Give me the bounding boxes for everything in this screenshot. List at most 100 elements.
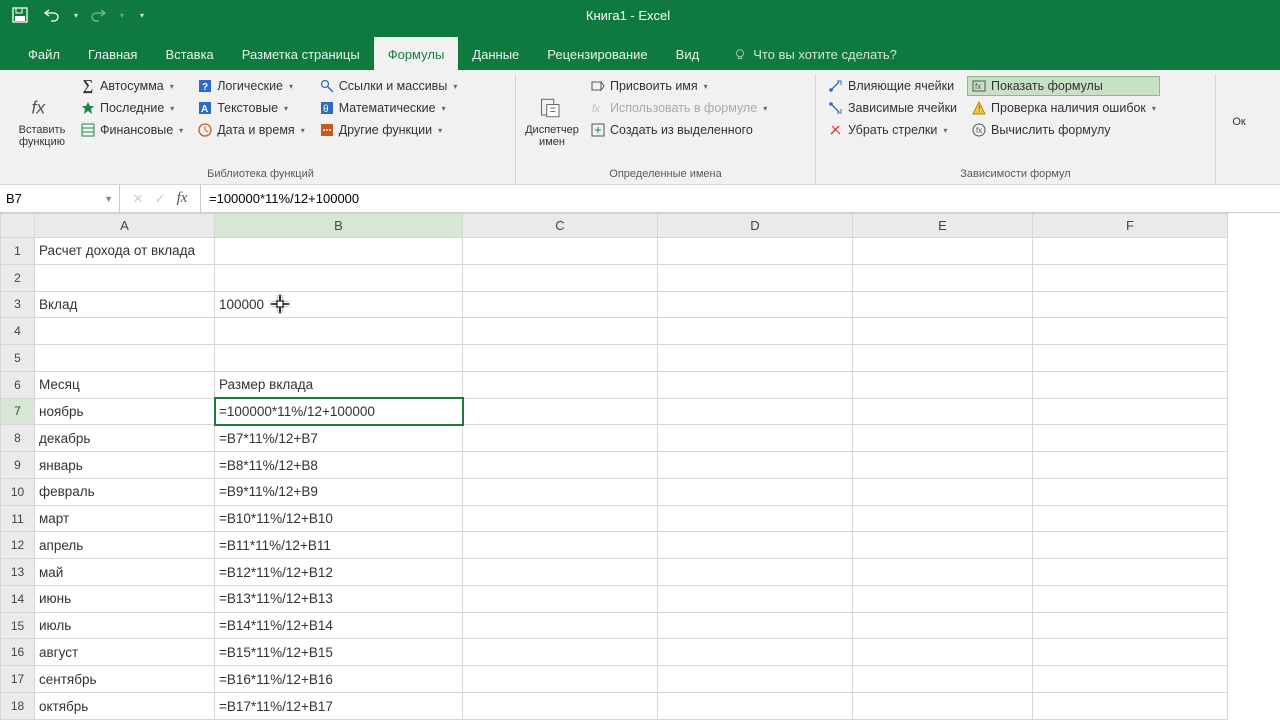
cell-E2[interactable]	[853, 264, 1033, 291]
fx-button[interactable]: fx	[172, 189, 192, 209]
cell-F9[interactable]	[1033, 452, 1228, 479]
cell-B7[interactable]: =100000*11%/12+100000	[215, 398, 463, 425]
cell-D11[interactable]	[658, 505, 853, 532]
cell-B3[interactable]: 100000	[215, 291, 463, 318]
lookup-button[interactable]: Ссылки и массивы▾	[315, 76, 462, 96]
cell-E7[interactable]	[853, 398, 1033, 425]
remove-arrows-button[interactable]: Убрать стрелки▾	[824, 120, 961, 140]
datetime-button[interactable]: Дата и время▾	[193, 120, 309, 140]
cell-F6[interactable]	[1033, 371, 1228, 398]
cell-C17[interactable]	[463, 666, 658, 693]
cell-D17[interactable]	[658, 666, 853, 693]
name-manager-button[interactable]: Диспетчеримен	[524, 76, 580, 166]
row-header-12[interactable]: 12	[1, 532, 35, 559]
cell-F13[interactable]	[1033, 559, 1228, 586]
cell-F18[interactable]	[1033, 693, 1228, 720]
cell-C10[interactable]	[463, 478, 658, 505]
tab-данные[interactable]: Данные	[458, 37, 533, 70]
cell-A14[interactable]: июнь	[35, 585, 215, 612]
cell-F4[interactable]	[1033, 318, 1228, 345]
cell-F10[interactable]	[1033, 478, 1228, 505]
financial-button[interactable]: Финансовые▾	[76, 120, 187, 140]
cell-D6[interactable]	[658, 371, 853, 398]
row-header-1[interactable]: 1	[1, 238, 35, 265]
row-header-8[interactable]: 8	[1, 425, 35, 452]
row-header-14[interactable]: 14	[1, 585, 35, 612]
cell-A15[interactable]: июль	[35, 612, 215, 639]
cell-E17[interactable]	[853, 666, 1033, 693]
cell-F5[interactable]	[1033, 345, 1228, 372]
cell-E15[interactable]	[853, 612, 1033, 639]
cell-B2[interactable]	[215, 264, 463, 291]
col-header-B[interactable]: B	[215, 214, 463, 238]
col-header-A[interactable]: A	[35, 214, 215, 238]
cell-B9[interactable]: =B8*11%/12+B8	[215, 452, 463, 479]
row-header-9[interactable]: 9	[1, 452, 35, 479]
redo-button[interactable]	[86, 3, 110, 27]
cell-D13[interactable]	[658, 559, 853, 586]
select-all-corner[interactable]	[1, 214, 35, 238]
tab-вид[interactable]: Вид	[662, 37, 714, 70]
col-header-E[interactable]: E	[853, 214, 1033, 238]
cell-A17[interactable]: сентябрь	[35, 666, 215, 693]
cell-D14[interactable]	[658, 585, 853, 612]
cell-A7[interactable]: ноябрь	[35, 398, 215, 425]
cell-E13[interactable]	[853, 559, 1033, 586]
tab-рецензирование[interactable]: Рецензирование	[533, 37, 661, 70]
cell-B14[interactable]: =B13*11%/12+B13	[215, 585, 463, 612]
cell-C11[interactable]	[463, 505, 658, 532]
cell-A4[interactable]	[35, 318, 215, 345]
row-header-7[interactable]: 7	[1, 398, 35, 425]
error-checking-button[interactable]: !Проверка наличия ошибок▾	[967, 98, 1160, 118]
cell-A11[interactable]: март	[35, 505, 215, 532]
recent-button[interactable]: Последние▾	[76, 98, 187, 118]
cell-D3[interactable]	[658, 291, 853, 318]
show-formulas-button[interactable]: fxПоказать формулы	[967, 76, 1160, 96]
cell-B1[interactable]	[215, 238, 463, 265]
cell-D4[interactable]	[658, 318, 853, 345]
cell-C3[interactable]	[463, 291, 658, 318]
cell-C12[interactable]	[463, 532, 658, 559]
cell-D2[interactable]	[658, 264, 853, 291]
col-header-C[interactable]: C	[463, 214, 658, 238]
cell-C2[interactable]	[463, 264, 658, 291]
cell-E3[interactable]	[853, 291, 1033, 318]
trace-precedents-button[interactable]: Влияющие ячейки	[824, 76, 961, 96]
cell-F11[interactable]	[1033, 505, 1228, 532]
tab-файл[interactable]: Файл	[14, 37, 74, 70]
cell-C16[interactable]	[463, 639, 658, 666]
tab-главная[interactable]: Главная	[74, 37, 151, 70]
cell-E1[interactable]	[853, 238, 1033, 265]
name-box-input[interactable]	[6, 191, 86, 206]
cell-B5[interactable]	[215, 345, 463, 372]
formula-input[interactable]	[209, 191, 1272, 206]
cell-E12[interactable]	[853, 532, 1033, 559]
cell-A10[interactable]: февраль	[35, 478, 215, 505]
cell-B6[interactable]: Размер вклада	[215, 371, 463, 398]
tab-разметка страницы[interactable]: Разметка страницы	[228, 37, 374, 70]
row-header-16[interactable]: 16	[1, 639, 35, 666]
cell-D12[interactable]	[658, 532, 853, 559]
row-header-5[interactable]: 5	[1, 345, 35, 372]
cell-C6[interactable]	[463, 371, 658, 398]
cell-D9[interactable]	[658, 452, 853, 479]
row-header-6[interactable]: 6	[1, 371, 35, 398]
row-header-10[interactable]: 10	[1, 478, 35, 505]
cell-D7[interactable]	[658, 398, 853, 425]
cell-D10[interactable]	[658, 478, 853, 505]
chevron-down-icon[interactable]: ▼	[104, 194, 113, 204]
cell-B13[interactable]: =B12*11%/12+B12	[215, 559, 463, 586]
row-header-2[interactable]: 2	[1, 264, 35, 291]
autosum-button[interactable]: ∑Автосумма▾	[76, 76, 187, 96]
trace-dependents-button[interactable]: Зависимые ячейки	[824, 98, 961, 118]
math-button[interactable]: θМатематические▾	[315, 98, 462, 118]
cell-C13[interactable]	[463, 559, 658, 586]
text-button[interactable]: AТекстовые▾	[193, 98, 309, 118]
row-header-15[interactable]: 15	[1, 612, 35, 639]
cell-F12[interactable]	[1033, 532, 1228, 559]
cancel-formula-button[interactable]: ✕	[128, 189, 148, 209]
watch-window-button[interactable]: Ок	[1224, 76, 1254, 166]
cell-F1[interactable]	[1033, 238, 1228, 265]
row-header-3[interactable]: 3	[1, 291, 35, 318]
cell-E5[interactable]	[853, 345, 1033, 372]
